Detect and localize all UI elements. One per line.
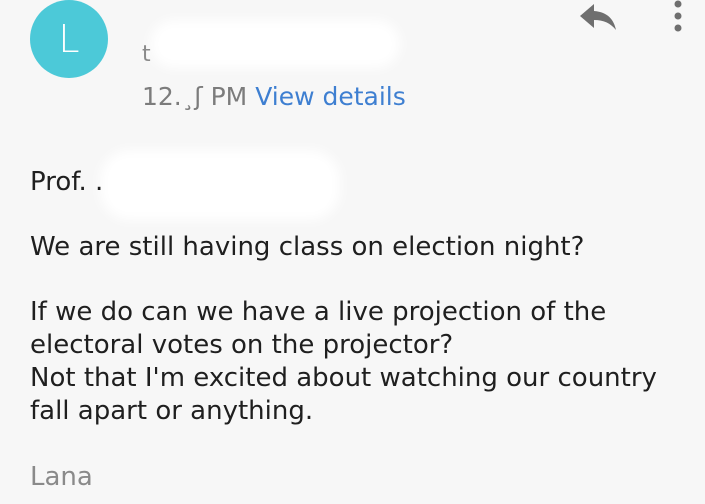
greeting: Prof. . <box>30 167 104 197</box>
more-vertical-icon[interactable] <box>668 0 688 34</box>
reply-icon[interactable] <box>578 2 618 32</box>
sender-avatar[interactable]: L <box>30 0 108 78</box>
meta-line: 12.¸ʃ PM View details <box>142 82 406 111</box>
message-line: Not that I'm excited about watching our … <box>30 363 657 426</box>
email-view: L t 12.¸ʃ PM View details Prof. . We are… <box>0 0 705 504</box>
redaction-mark <box>150 20 400 68</box>
sender-name: t <box>142 42 151 67</box>
email-header: L t 12.¸ʃ PM View details <box>0 0 705 125</box>
signature: Lana <box>30 462 93 492</box>
message-line: We are still having class on election ni… <box>30 232 585 262</box>
view-details-link[interactable]: View details <box>255 82 406 111</box>
sent-time: 12.¸ʃ PM <box>142 82 248 111</box>
message-line: If we do can we have a live projection o… <box>30 297 607 360</box>
avatar-letter: L <box>58 17 80 61</box>
message-body: Prof. . We are still having class on ele… <box>30 166 680 428</box>
